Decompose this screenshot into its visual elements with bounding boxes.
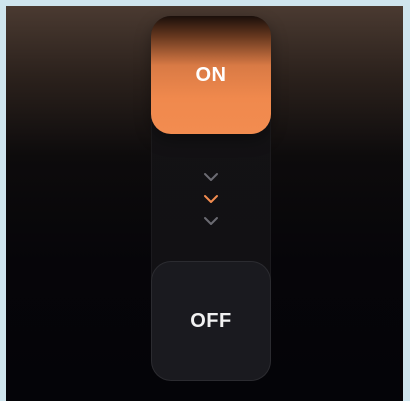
toggle-panel: ON OFF — [6, 6, 403, 401]
off-button[interactable]: OFF — [151, 261, 271, 381]
off-label: OFF — [190, 309, 232, 332]
on-button[interactable]: ON — [151, 16, 271, 134]
chevron-down-icon — [203, 216, 219, 226]
chevron-down-icon — [203, 194, 219, 204]
on-label: ON — [195, 63, 227, 86]
direction-indicators — [151, 164, 271, 234]
chevron-down-icon — [203, 172, 219, 182]
